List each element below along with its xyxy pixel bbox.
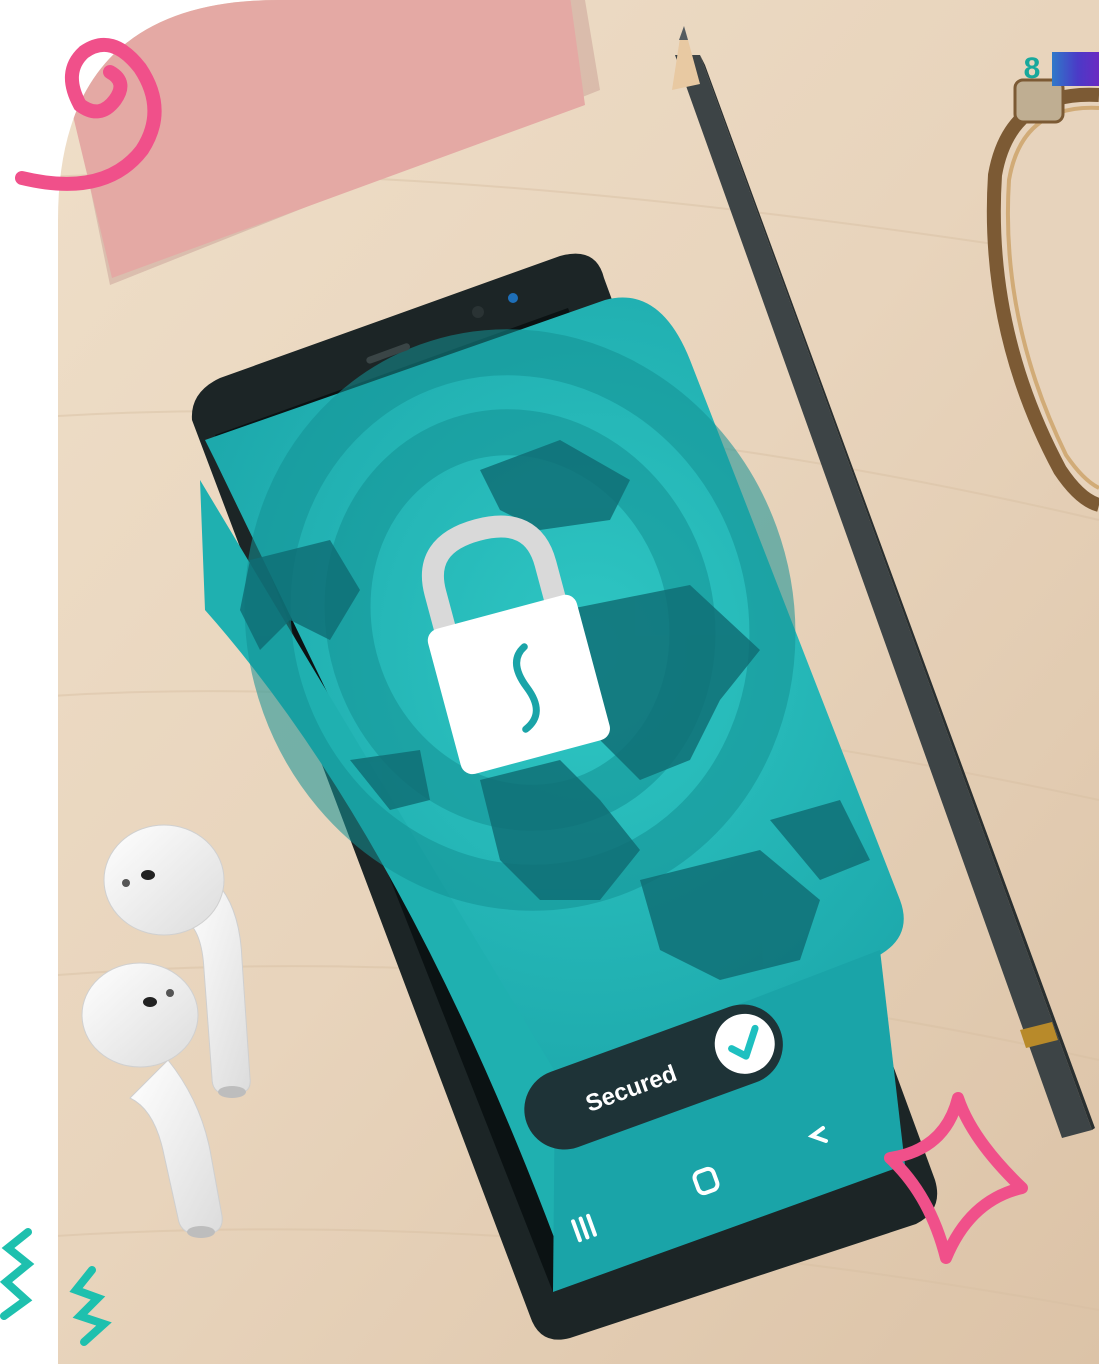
page-tab-accent: [1052, 52, 1099, 86]
page-number: 8: [1023, 52, 1041, 85]
photo-page: Secured 8: [0, 0, 1099, 1364]
squiggle-icon: [0, 1228, 35, 1320]
desk-photo: Secured: [0, 0, 1099, 1364]
